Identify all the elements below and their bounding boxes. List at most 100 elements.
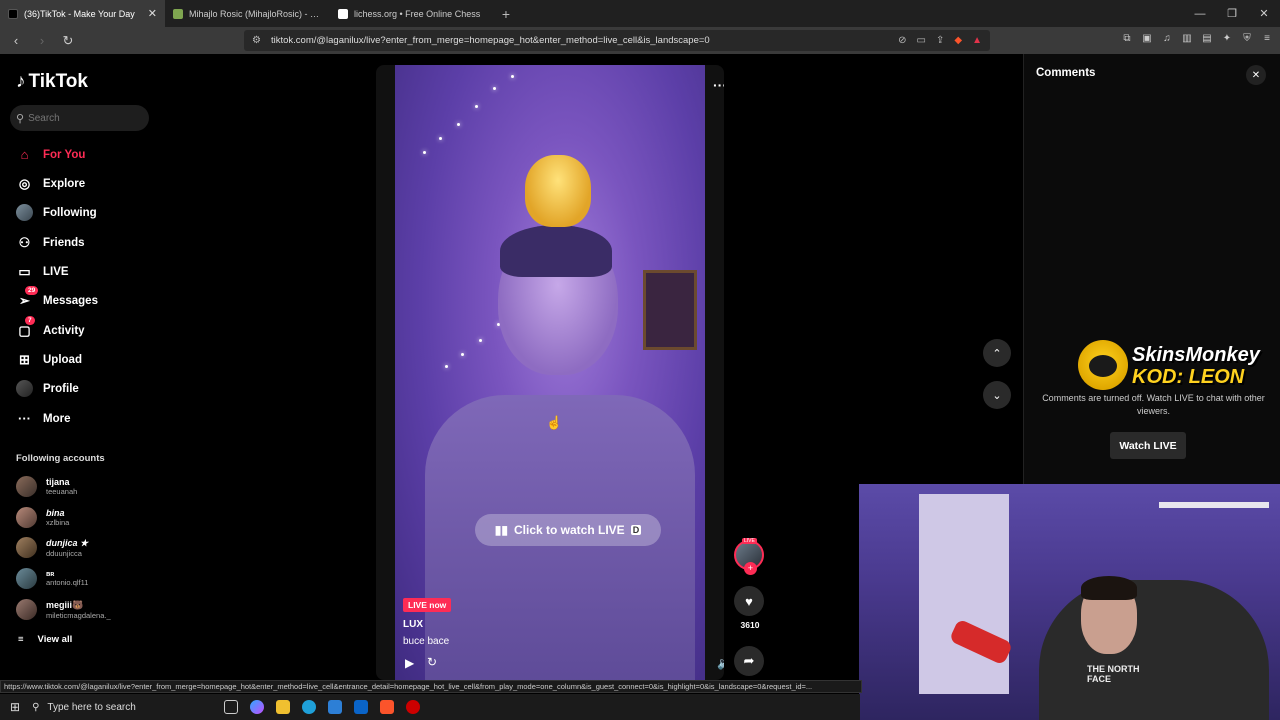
extension-icons: ⧉ ▣ ♫ ▥ ▤ ✦ ⛨ ≡ (1122, 33, 1272, 44)
tab-title: (36)TikTok - Make Your Day (24, 8, 135, 19)
reload-icon[interactable]: ↻ (60, 33, 76, 49)
account-username: mileticmagdalena._ (46, 610, 111, 620)
tiktok-logo[interactable]: ♪ TikTok (16, 71, 88, 93)
view-all-label: View all (37, 634, 73, 645)
account-item[interactable]: tijana teeuanah (16, 476, 77, 497)
share-icon[interactable]: ⇪ (936, 35, 944, 46)
url-field[interactable]: ⚙ tiktok.com/@laganilux/live?enter_from_… (244, 30, 990, 51)
sidebar-item-live[interactable]: ▭ LIVE (16, 263, 69, 280)
site-info-icon[interactable]: ⚙ (252, 35, 261, 46)
taskbar-search[interactable]: ⚲ Type here to search (32, 702, 212, 713)
chess-pawn-favicon-icon (173, 8, 183, 19)
view-all-button[interactable]: ≡ View all (18, 634, 72, 645)
chevron-down-icon: ⌄ (992, 389, 1002, 402)
webcam-person-hair (1081, 576, 1137, 600)
brave-icon[interactable] (380, 700, 395, 714)
click-to-watch-live-button[interactable]: ▮▮ Click to watch LIVE D (475, 514, 661, 546)
tab-lichess[interactable]: lichess.org • Free Online Chess (330, 0, 495, 27)
brave-rewards-icon[interactable]: ▲ (972, 35, 982, 46)
wallet-icon[interactable]: ▤ (1202, 33, 1212, 44)
sidebar-item-label: Explore (43, 177, 86, 190)
more-options-icon[interactable]: ··· (713, 77, 724, 93)
sidebar-item-label: More (43, 412, 71, 425)
avatar (16, 507, 37, 528)
sidebar-item-following[interactable]: Following (16, 204, 97, 221)
sidebar-item-label: LIVE (43, 265, 69, 278)
edge-icon[interactable] (302, 700, 317, 714)
upload-icon: ⊞ (19, 351, 30, 367)
close-comments-button[interactable]: ✕ (1246, 65, 1266, 85)
brave-shields-icon[interactable]: ◆ (954, 35, 962, 46)
friends-icon: ⚇ (18, 234, 31, 250)
share-button[interactable]: ➦ (734, 646, 764, 676)
share-arrow-icon: ➦ (743, 653, 755, 668)
live-video-frame: ··· ▮▮ Click to watch LIVE D LIVE now LU… (395, 65, 724, 680)
search-input[interactable] (28, 112, 129, 124)
restore-icon[interactable]: ❐ (1216, 7, 1248, 20)
task-view-icon[interactable] (224, 700, 239, 714)
sidebar-item-label: Messages (43, 294, 98, 307)
sidebar-item-for-you[interactable]: ⌂ For You (16, 146, 86, 163)
cast-icon[interactable]: ▭ (917, 35, 926, 46)
account-item[interactable]: megiii🐻 mileticmagdalena._ (16, 599, 111, 620)
windows-start-icon[interactable]: ⊞ (10, 700, 20, 714)
sidebar-item-label: For You (43, 148, 86, 161)
media-icon[interactable]: ♫ (1162, 33, 1172, 44)
live-video-player[interactable]: ··· ▮▮ Click to watch LIVE D LIVE now LU… (376, 65, 724, 680)
sidebar-item-upload[interactable]: ⊞ Upload (16, 351, 82, 368)
close-window-icon[interactable]: ✕ (1248, 7, 1280, 20)
extensions-icon[interactable]: ⧉ (1122, 33, 1132, 44)
previous-video-button[interactable]: ⌃ (983, 339, 1011, 367)
play-icon[interactable]: ▶ (405, 656, 414, 670)
sidebar-toggle-icon[interactable]: ▥ (1182, 33, 1192, 44)
sidebar-item-activity[interactable]: ▢ 7 Activity (16, 316, 85, 339)
activity-badge: 7 (25, 316, 35, 325)
close-tab-icon[interactable]: ✕ (148, 7, 157, 20)
new-tab-button[interactable]: + (495, 6, 517, 22)
refresh-icon[interactable]: ↻ (427, 655, 437, 669)
vpn-icon[interactable]: ⛨ (1242, 33, 1252, 44)
minimize-icon[interactable]: — (1184, 8, 1216, 20)
watch-live-button[interactable]: Watch LIVE (1110, 432, 1186, 459)
link-status-bar: https://www.tiktok.com/@laganilux/live?e… (0, 680, 862, 693)
store-icon[interactable] (328, 700, 343, 714)
screenshot-icon[interactable]: ▣ (1142, 33, 1152, 44)
menu-icon[interactable]: ≡ (1262, 33, 1272, 44)
sidebar-item-label: Profile (43, 382, 79, 395)
back-icon[interactable]: ‹ (8, 33, 24, 48)
tab-chesscom[interactable]: Mihajlo Rosic (MihajloRosic) - Ches (165, 0, 330, 27)
outlook-icon[interactable] (354, 700, 369, 714)
sidebar-item-friends[interactable]: ⚇ Friends (16, 234, 85, 251)
account-item[interactable]: dunjica ★ dduunjicca (16, 537, 88, 558)
sidebar-item-messages[interactable]: ➢ 29 Messages (16, 286, 98, 309)
forward-icon[interactable]: › (34, 33, 50, 48)
sidebar-item-more[interactable]: ··· More (16, 410, 70, 427)
like-button[interactable]: ♥ (734, 586, 764, 616)
logo-text: TikTok (28, 71, 88, 92)
comments-off-message: Comments are turned off. Watch LIVE to c… (1042, 393, 1265, 416)
account-name: bina (46, 508, 65, 518)
windows-taskbar: ⊞ ⚲ Type here to search (0, 694, 860, 720)
record-app-icon[interactable] (406, 700, 421, 714)
tab-title: lichess.org • Free Online Chess (354, 8, 481, 19)
account-item[interactable]: ʙʀ antonio.qlf11 (16, 568, 88, 589)
account-item[interactable]: bina xzlbina (16, 507, 69, 528)
live-now-badge: LIVE now (403, 598, 452, 612)
streamer-hair (500, 225, 612, 277)
follow-plus-icon[interactable]: + (744, 562, 757, 575)
video-author[interactable]: LUX (403, 619, 423, 630)
volume-icon[interactable]: 🔈 (717, 656, 724, 670)
next-video-button[interactable]: ⌄ (983, 381, 1011, 409)
copilot-icon[interactable] (250, 700, 265, 714)
sponsor-name: SkinsMonkey (1132, 344, 1260, 366)
creator-avatar[interactable]: LIVE + (734, 538, 764, 575)
file-explorer-icon[interactable] (276, 700, 291, 714)
account-name: ʙʀ (46, 570, 55, 578)
mute-icon[interactable]: ⊘ (898, 35, 906, 46)
leo-icon[interactable]: ✦ (1222, 33, 1232, 44)
tab-tiktok[interactable]: (36)TikTok - Make Your Day ✕ (0, 0, 165, 27)
search-box[interactable]: ⚲ (10, 105, 149, 131)
sidebar-item-profile[interactable]: Profile (16, 380, 79, 397)
account-name: dunjica ★ (46, 537, 89, 548)
sidebar-item-explore[interactable]: ◎ Explore (16, 175, 85, 192)
